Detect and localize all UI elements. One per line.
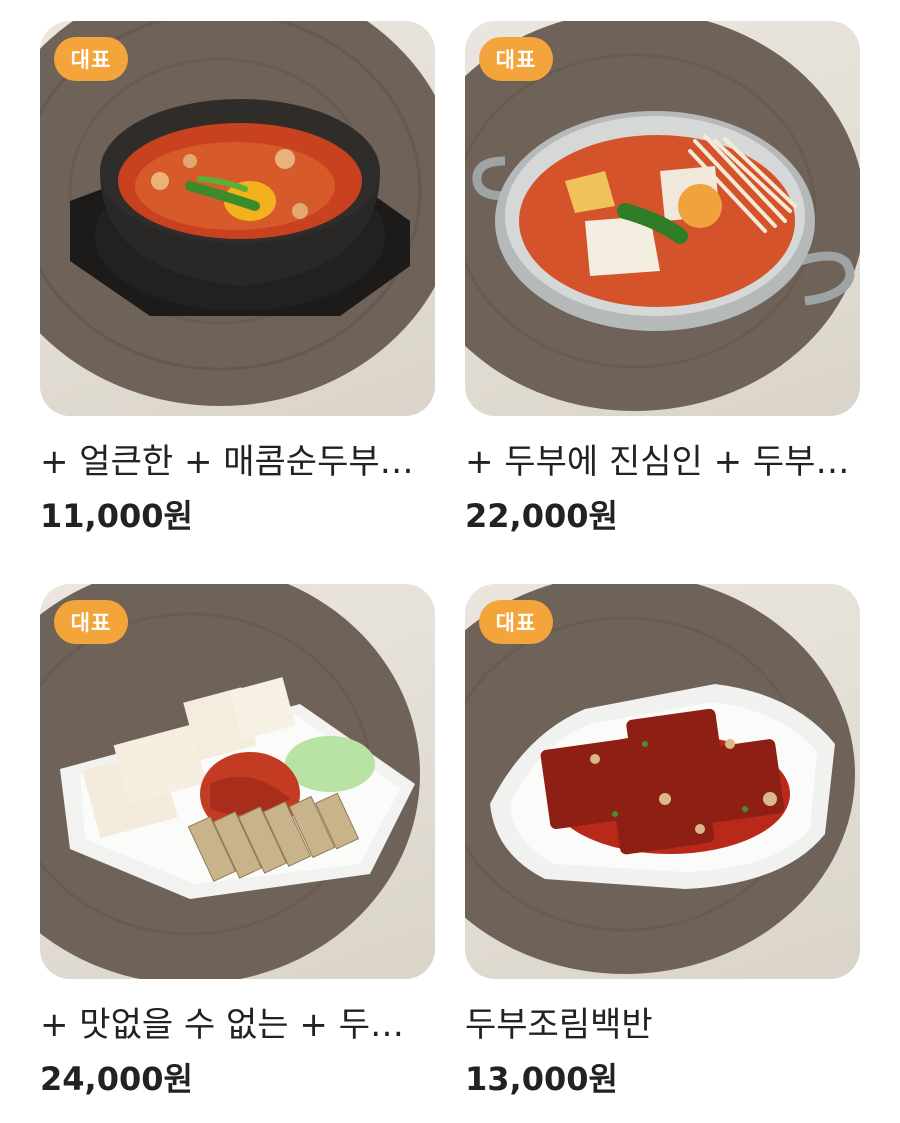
menu-price: 24,000원 <box>40 1060 193 1098</box>
signature-badge: 대표 <box>479 37 553 81</box>
menu-name[interactable]: + 두부에 진심인 + 두부전골 <box>465 440 860 484</box>
menu-photo-bossam[interactable]: 대표 <box>40 584 435 979</box>
menu-name[interactable]: + 얼큰한 + 매콤순두부찌개 <box>40 440 435 484</box>
signature-badge: 대표 <box>54 600 128 644</box>
menu-card[interactable]: 대표 두부조림백반 13,000원 <box>465 584 860 1099</box>
menu-grid: 대표 + 얼큰한 + 매콤순두부찌개 11,000원 대표 + 두부에 진심인 … <box>0 0 900 1123</box>
menu-card[interactable]: 대표 + 두부에 진심인 + 두부전골 22,000원 <box>465 21 860 536</box>
signature-badge: 대표 <box>54 37 128 81</box>
menu-price: 11,000원 <box>40 497 193 535</box>
menu-price: 13,000원 <box>465 1060 618 1098</box>
menu-photo-jeongol[interactable]: 대표 <box>465 21 860 416</box>
menu-price: 22,000원 <box>465 497 618 535</box>
menu-card[interactable]: 대표 + 맛없을 수 없는 + 두부보쌈 24,000원 <box>40 584 435 1099</box>
signature-badge: 대표 <box>479 600 553 644</box>
menu-name[interactable]: 두부조림백반 <box>465 1003 860 1047</box>
menu-card[interactable]: 대표 + 얼큰한 + 매콤순두부찌개 11,000원 <box>40 21 435 536</box>
menu-name[interactable]: + 맛없을 수 없는 + 두부보쌈 <box>40 1003 435 1047</box>
menu-photo-jorim[interactable]: 대표 <box>465 584 860 979</box>
menu-photo-sundubu[interactable]: 대표 <box>40 21 435 416</box>
